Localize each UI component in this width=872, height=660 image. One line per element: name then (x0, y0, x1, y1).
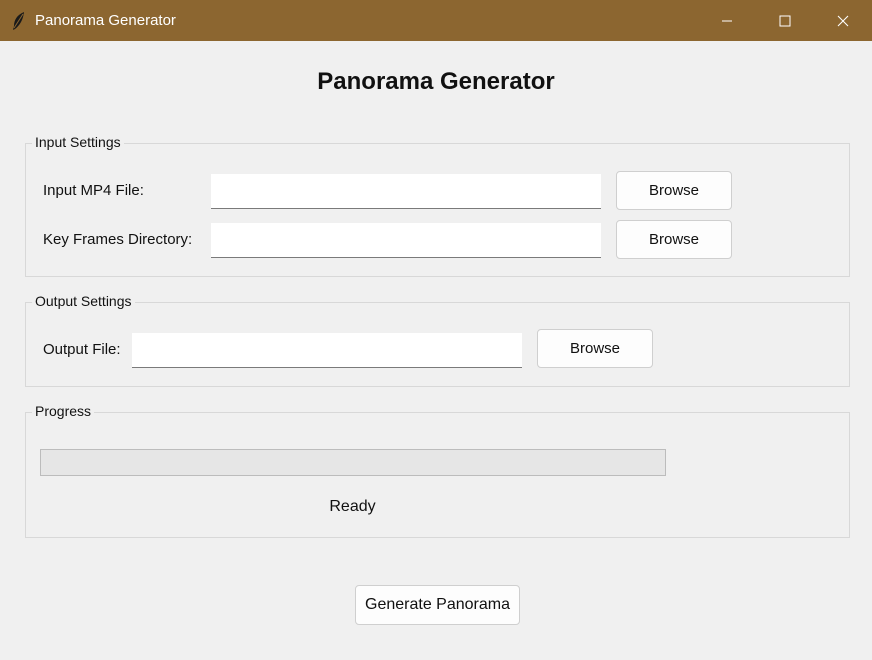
progress-group: Progress Ready (25, 403, 850, 538)
feather-icon (11, 11, 27, 31)
input-mp4-field[interactable] (211, 174, 601, 209)
close-icon (837, 15, 849, 26)
minimize-button[interactable] (698, 0, 756, 41)
progress-title: Progress (32, 403, 95, 419)
app-window: Panorama Generator Panorama Generator In… (0, 0, 872, 660)
keyframes-dir-label: Key Frames Directory: (43, 231, 193, 248)
input-mp4-label: Input MP4 File: (43, 182, 144, 199)
input-mp4-browse-button[interactable]: Browse (616, 171, 732, 210)
title-bar[interactable]: Panorama Generator (0, 0, 872, 41)
output-settings-title: Output Settings (32, 293, 135, 309)
keyframes-dir-field[interactable] (211, 223, 601, 258)
generate-panorama-button[interactable]: Generate Panorama (355, 585, 520, 625)
window-title: Panorama Generator (35, 12, 176, 29)
output-settings-group: Output Settings Output File: Browse (25, 293, 850, 387)
close-button[interactable] (814, 0, 872, 41)
page-title: Panorama Generator (317, 68, 555, 95)
input-settings-title: Input Settings (32, 134, 124, 150)
maximize-button[interactable] (756, 0, 814, 41)
progress-bar (40, 449, 666, 476)
output-file-browse-button[interactable]: Browse (537, 329, 653, 368)
output-file-label: Output File: (43, 341, 121, 358)
output-file-field[interactable] (132, 333, 522, 368)
status-label: Ready (329, 498, 376, 515)
keyframes-dir-browse-button[interactable]: Browse (616, 220, 732, 259)
minimize-icon (722, 20, 732, 21)
input-settings-group: Input Settings Input MP4 File: Browse Ke… (25, 134, 850, 277)
maximize-icon (779, 15, 791, 26)
